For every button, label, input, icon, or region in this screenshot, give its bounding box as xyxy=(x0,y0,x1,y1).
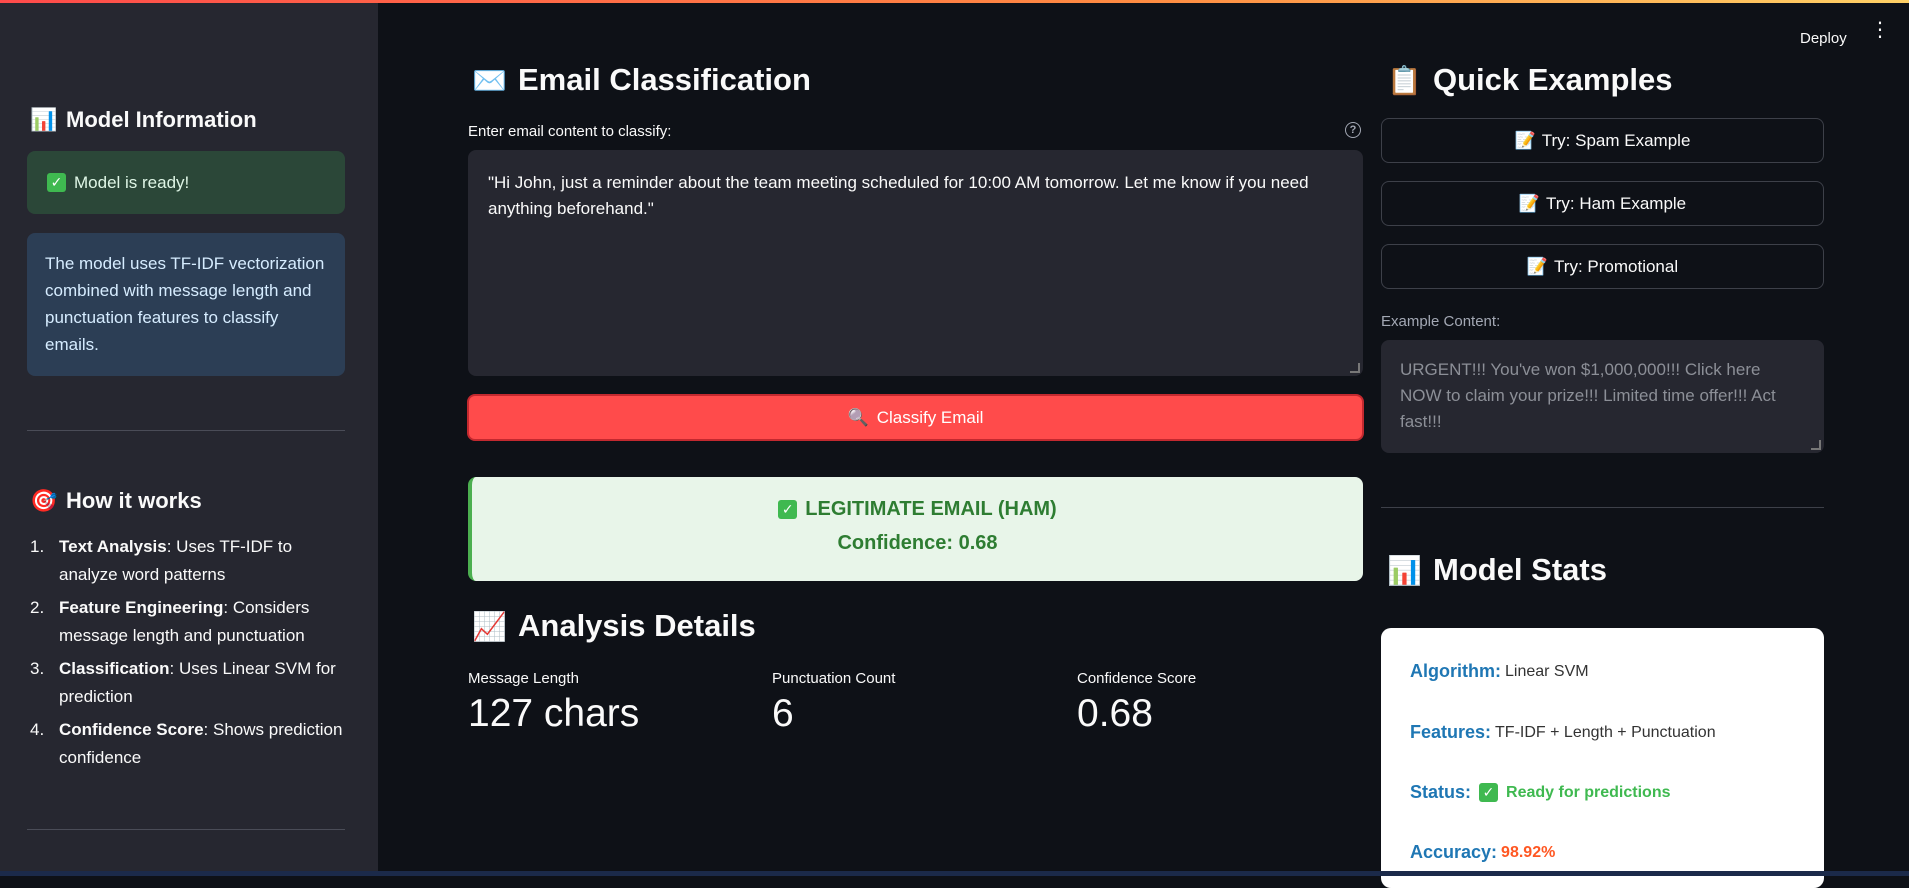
email-content-value: "Hi John, just a reminder about the team… xyxy=(488,173,1309,218)
metric-value: 127 chars xyxy=(468,692,640,735)
step-title: Feature Engineering xyxy=(59,598,224,617)
document-icon: 📝 xyxy=(1514,130,1536,150)
step-title: Classification xyxy=(59,659,170,678)
metric-label: Message Length xyxy=(468,670,579,687)
envelope-icon: ✉️ xyxy=(472,64,507,96)
metric-value: 0.68 xyxy=(1077,692,1153,735)
metric-label: Confidence Score xyxy=(1077,670,1197,687)
email-input-label: Enter email content to classify: xyxy=(468,123,672,140)
analysis-title: Analysis Details xyxy=(518,608,756,643)
check-icon: ✓ xyxy=(47,173,66,192)
step-number: 3. xyxy=(30,659,45,678)
button-label: Try: Promotional xyxy=(1554,256,1679,276)
resize-handle[interactable] xyxy=(1811,440,1821,450)
search-icon: 🔍 xyxy=(847,407,869,427)
model-info-box: The model uses TF-IDF vectorization comb… xyxy=(27,233,345,376)
metric-label: Punctuation Count xyxy=(772,670,896,687)
stat-value: TF-IDF + Length + Punctuation xyxy=(1495,723,1716,741)
model-status-text: Model is ready! xyxy=(74,172,190,192)
classify-email-button[interactable]: 🔍 Classify Email xyxy=(467,394,1364,441)
model-status-alert: ✓ Model is ready! xyxy=(27,151,345,214)
bar-chart-icon: 📊 xyxy=(30,107,58,132)
quick-examples-heading: 📋 Quick Examples xyxy=(1387,62,1673,98)
deploy-button[interactable]: Deploy xyxy=(1800,30,1847,47)
model-stats-card: Algorithm: Linear SVM Features: TF-IDF +… xyxy=(1381,628,1824,888)
stat-key: Features: xyxy=(1410,722,1492,742)
bar-chart-icon: 📊 xyxy=(1387,554,1422,586)
step-number: 4. xyxy=(30,720,45,739)
model-stats-heading: 📊 Model Stats xyxy=(1387,552,1607,588)
list-item: 4. Confidence Score: Shows prediction con… xyxy=(30,716,350,772)
check-icon: ✓ xyxy=(778,500,798,519)
page-title-text: Email Classification xyxy=(518,62,811,97)
stat-value: Ready for predictions xyxy=(1506,783,1671,801)
stat-value: Linear SVM xyxy=(1504,662,1589,680)
button-label: Try: Spam Example xyxy=(1541,130,1691,150)
analysis-heading: 📈 Analysis Details xyxy=(472,608,756,644)
ham-example-button[interactable]: 📝 Try: Ham Example xyxy=(1381,181,1824,226)
right-divider xyxy=(1381,507,1824,508)
model-info-heading: 📊 Model Information xyxy=(30,107,257,133)
spam-example-button[interactable]: 📝 Try: Spam Example xyxy=(1381,118,1824,163)
document-icon: 📝 xyxy=(1526,256,1549,276)
bottom-bar xyxy=(0,871,1909,876)
stat-accuracy: Accuracy: 98.92% xyxy=(1410,842,1555,863)
kebab-menu-icon[interactable]: ⋮ xyxy=(1870,20,1890,40)
email-content-input[interactable]: "Hi John, just a reminder about the team… xyxy=(468,150,1363,376)
stat-value: 98.92% xyxy=(1501,843,1556,861)
resize-handle[interactable] xyxy=(1350,363,1360,373)
result-title-row: ✓ LEGITIMATE EMAIL (HAM) xyxy=(472,498,1363,521)
example-content-value: URGENT!!! You've won $1,000,000!!! Click… xyxy=(1400,360,1776,431)
example-content-label: Example Content: xyxy=(1381,313,1501,330)
result-confidence: Confidence: 0.68 xyxy=(837,532,998,554)
document-icon: 📝 xyxy=(1518,193,1541,213)
quick-examples-title: Quick Examples xyxy=(1433,62,1673,97)
how-it-works-heading: 🎯 How it works xyxy=(30,488,202,514)
how-it-works-list: 1. Text Analysis: Uses TF-IDF to analyze … xyxy=(30,533,350,777)
sidebar-divider xyxy=(27,430,345,431)
promotional-example-button[interactable]: 📝 Try: Promotional xyxy=(1381,244,1824,289)
classify-button-label: Classify Email xyxy=(876,407,984,427)
metric-value: 6 xyxy=(772,692,794,735)
how-it-works-title: How it works xyxy=(66,488,202,513)
sidebar: 📊 Model Information ✓ Model is ready! Th… xyxy=(0,3,378,876)
stat-algorithm: Algorithm: Linear SVM xyxy=(1410,661,1589,682)
step-title: Text Analysis xyxy=(59,537,167,556)
stat-key: Algorithm: xyxy=(1410,661,1501,681)
list-item: 2. Feature Engineering: Considers message… xyxy=(30,594,350,650)
page-title: ✉️ Email Classification xyxy=(472,62,811,98)
list-item: 3. Classification: Uses Linear SVM for pr… xyxy=(30,655,350,711)
stat-key: Status: xyxy=(1410,782,1472,802)
model-info-title: Model Information xyxy=(66,107,257,132)
button-label: Try: Ham Example xyxy=(1546,193,1687,213)
result-title: LEGITIMATE EMAIL (HAM) xyxy=(805,498,1057,520)
example-content-field[interactable]: URGENT!!! You've won $1,000,000!!! Click… xyxy=(1381,340,1824,453)
sidebar-divider xyxy=(27,829,345,830)
help-icon[interactable]: ? xyxy=(1345,122,1361,138)
target-icon: 🎯 xyxy=(30,488,58,513)
classification-result: ✓ LEGITIMATE EMAIL (HAM) Confidence: 0.6… xyxy=(468,477,1363,581)
step-number: 1. xyxy=(30,537,45,556)
clipboard-icon: 📋 xyxy=(1387,64,1422,96)
model-stats-title: Model Stats xyxy=(1433,552,1607,587)
trend-chart-icon: 📈 xyxy=(472,610,507,642)
check-icon: ✓ xyxy=(1479,783,1499,802)
stat-status: Status: ✓ Ready for predictions xyxy=(1410,782,1671,803)
stat-key: Accuracy: xyxy=(1410,842,1498,862)
stat-features: Features: TF-IDF + Length + Punctuation xyxy=(1410,722,1716,743)
list-item: 1. Text Analysis: Uses TF-IDF to analyze … xyxy=(30,533,350,589)
step-title: Confidence Score xyxy=(59,720,204,739)
step-number: 2. xyxy=(30,598,45,617)
